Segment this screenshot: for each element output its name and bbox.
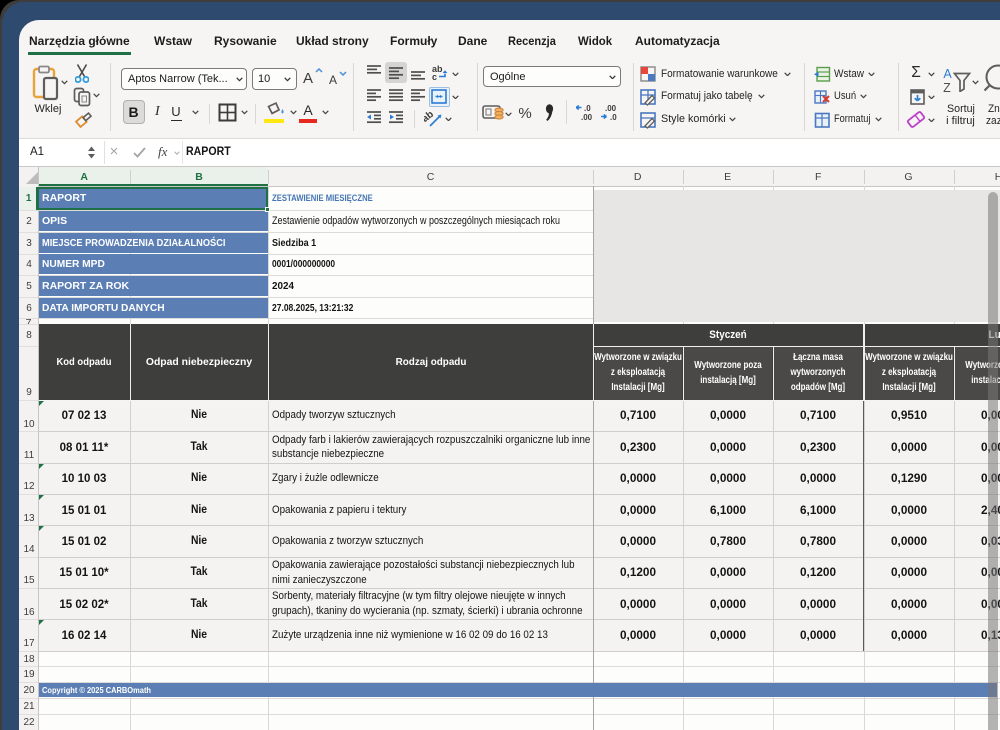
svg-text:.0: .0 bbox=[584, 104, 591, 113]
svg-text:c: c bbox=[432, 72, 437, 82]
svg-text:.00: .00 bbox=[581, 113, 593, 122]
svg-text:.0: .0 bbox=[610, 113, 617, 122]
svg-text:.00: .00 bbox=[605, 104, 617, 113]
